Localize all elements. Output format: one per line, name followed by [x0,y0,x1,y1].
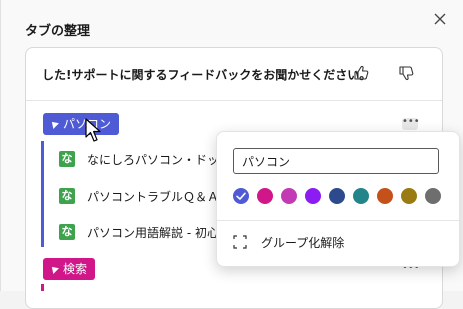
site-favicon-icon: な [59,224,75,240]
collapse-triangle-icon [49,264,59,274]
tab-organizer-panel: タブの整理 した!サポートに関するフィードバックをお聞かせください。 パソコン … [0,0,463,309]
mouse-cursor-icon [85,118,101,142]
group-indicator-line [41,284,44,291]
thumbs-down-icon[interactable] [397,64,415,82]
feedback-bar: した!サポートに関するフィードバックをお聞かせください。 [26,48,442,101]
color-swatch-pink[interactable] [257,188,273,204]
group-more-options-icon[interactable]: ••• [402,117,420,130]
group-editor-popup: グループ化解除 [216,131,460,267]
color-swatch-blue[interactable] [233,188,249,204]
color-swatch-gray[interactable] [425,188,441,204]
color-swatch-navy[interactable] [329,188,345,204]
tab-group-chip-pasokon[interactable]: パソコン [43,113,120,135]
feedback-text: した!サポートに関するフィードバックをお聞かせください。 [42,68,372,82]
close-icon[interactable] [431,10,449,28]
color-swatch-magenta[interactable] [281,188,297,204]
group-indicator-line [41,141,44,247]
color-swatch-teal[interactable] [353,188,369,204]
group-name-label: 検索 [63,262,88,276]
ungroup-icon [233,235,247,249]
checkmark-icon [236,192,246,200]
color-swatch-olive[interactable] [401,188,417,204]
collapse-triangle-icon [49,119,59,129]
site-favicon-icon: な [59,151,75,167]
tab-title: パソコン用語解説 - 初心者 [87,226,231,240]
ungroup-label: グループ化解除 [261,236,345,250]
panel-title: タブの整理 [25,24,91,39]
color-swatch-orange[interactable] [377,188,393,204]
popup-divider [217,220,459,221]
tab-group-chip-search[interactable]: 検索 [43,258,96,280]
thumbs-up-icon[interactable] [352,64,370,82]
color-swatch-purple[interactable] [305,188,321,204]
group-name-input[interactable] [233,148,439,174]
site-favicon-icon: な [59,188,75,204]
